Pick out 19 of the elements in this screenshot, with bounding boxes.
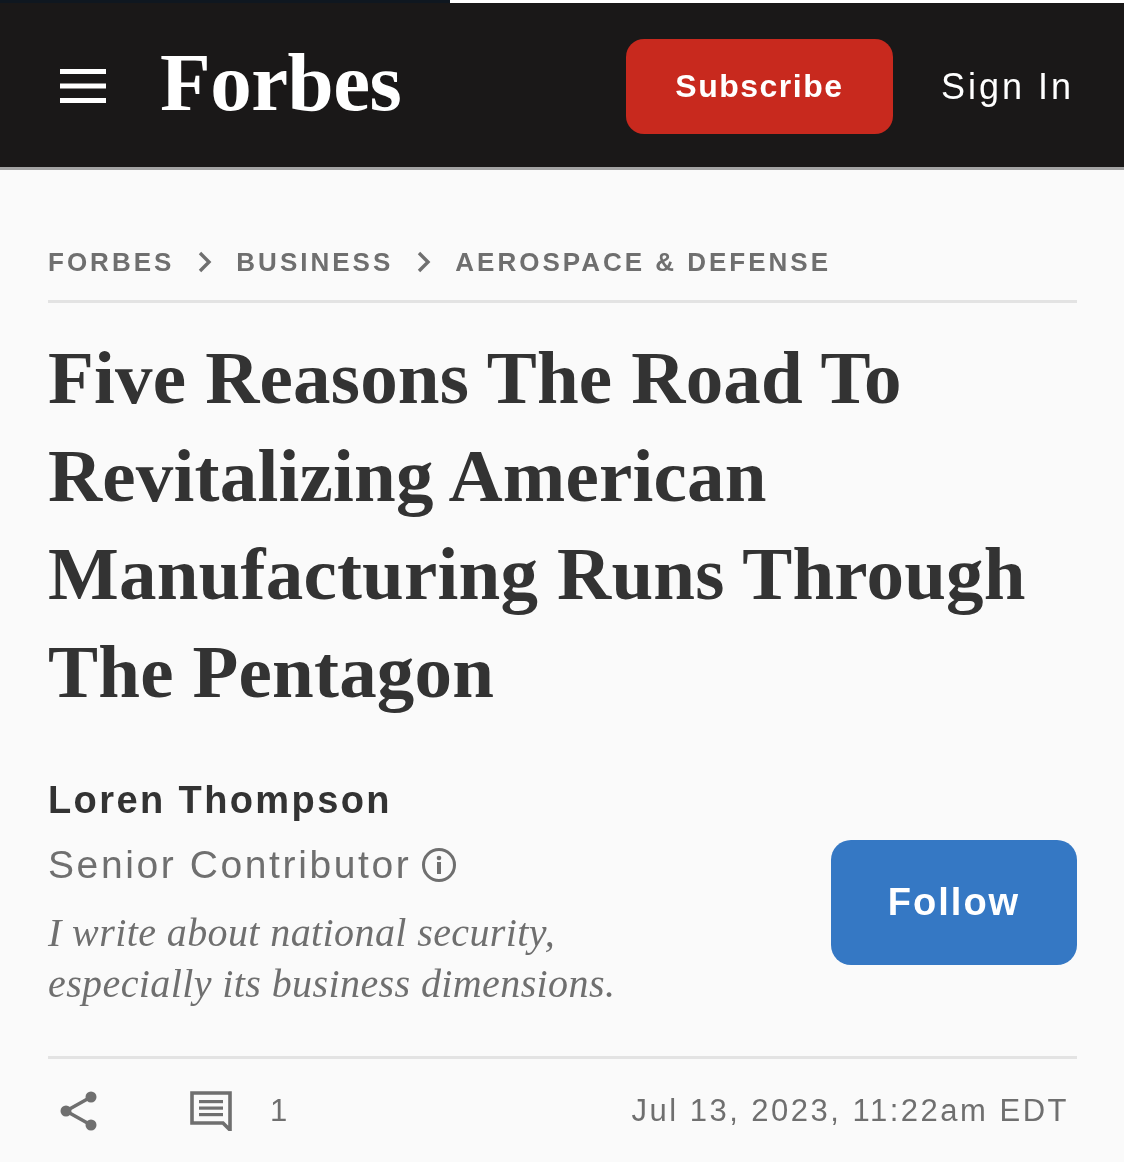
subscribe-button[interactable]: Subscribe	[625, 39, 893, 134]
logo[interactable]: Forbes	[160, 40, 402, 124]
article-title: Five Reasons The Road To Revitalizing American Manufacturing Runs Through The Pentagon	[48, 335, 1027, 715]
comment-count: 1	[270, 1093, 288, 1129]
author-bio: I write about national security, especially its business dimensions.	[48, 909, 617, 1008]
author-role: Senior Contributor	[48, 842, 412, 888]
menu-icon[interactable]	[60, 69, 106, 103]
chevron-right-icon	[417, 251, 432, 273]
breadcrumb-link[interactable]: BUSINESS	[236, 246, 394, 278]
info-icon[interactable]	[421, 847, 458, 883]
comment-icon[interactable]	[190, 1091, 232, 1131]
chevron-right-icon	[198, 251, 213, 273]
share-icon[interactable]	[60, 1091, 98, 1131]
breadcrumb-link[interactable]: AEROSPACE & DEFENSE	[455, 246, 832, 278]
publish-date: Jul 13, 2023, 11:22am EDT	[631, 1093, 1069, 1129]
follow-button[interactable]: Follow	[831, 840, 1077, 965]
breadcrumb-link[interactable]: FORBES	[48, 246, 175, 278]
sign-in-link[interactable]: Sign In	[940, 65, 1074, 108]
author-name[interactable]: Loren Thompson	[48, 778, 392, 822]
